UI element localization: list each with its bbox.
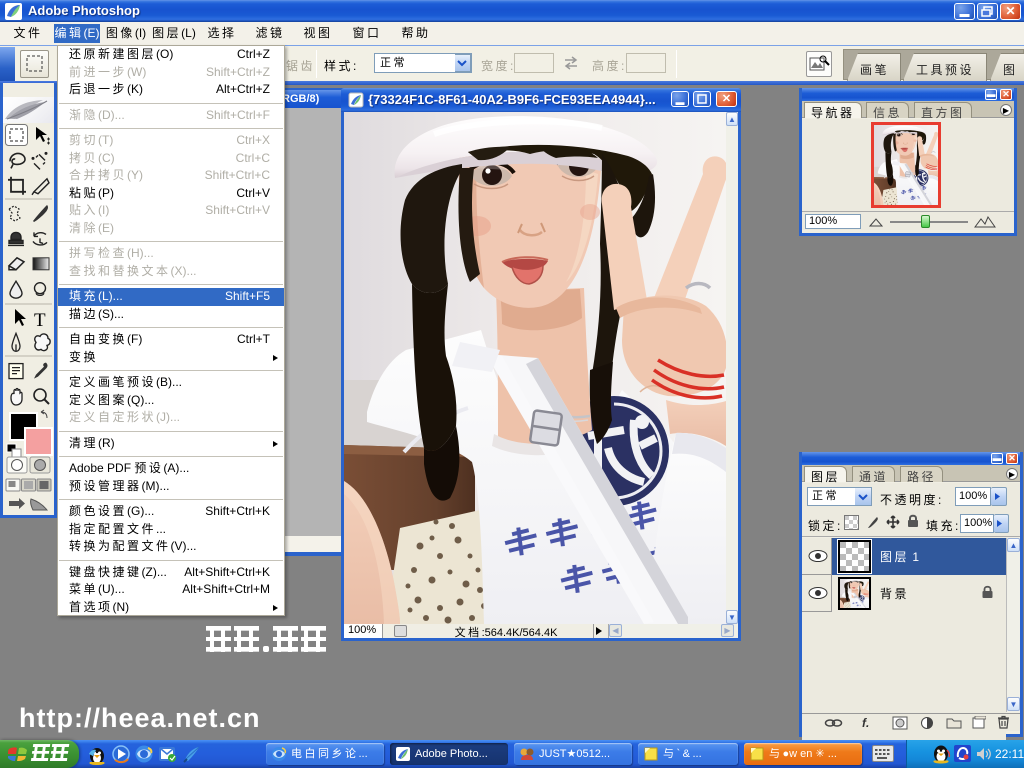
svg-text:T: T: [34, 310, 46, 331]
